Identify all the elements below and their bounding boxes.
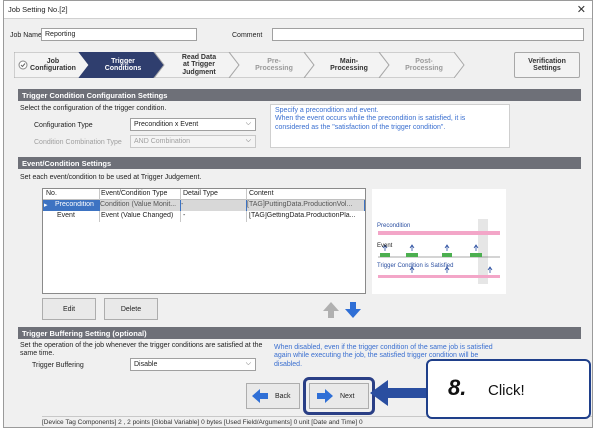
chevron-down-icon: ⌵ xyxy=(245,137,251,144)
job-name-input[interactable]: Reporting xyxy=(41,28,197,41)
step-trigger-conditions[interactable]: Trigger Conditions xyxy=(88,52,158,78)
step-job-configuration[interactable]: Job Configuration xyxy=(24,52,82,78)
table-cell: Precondition xyxy=(55,201,94,208)
table-cell: - xyxy=(183,212,186,219)
step-line: Verification xyxy=(528,57,566,65)
combination-type-label: Condition Combination Type xyxy=(34,139,122,146)
step-read-data[interactable]: Read Data at Trigger Judgment xyxy=(164,52,234,78)
table-cell: Event xyxy=(57,212,75,219)
step-line: Conditions xyxy=(104,65,142,72)
table-header: No. Event/Condition Type Detail Type Con… xyxy=(43,189,365,200)
close-icon[interactable]: ✕ xyxy=(577,3,586,16)
trigger-buffering-select[interactable]: Disable ⌵ xyxy=(130,358,256,371)
step-line: Post- xyxy=(415,57,433,65)
delete-button[interactable]: Delete xyxy=(104,298,158,320)
comment-input[interactable] xyxy=(272,28,584,41)
trigger-timing-diagram: Precondition Event Trigger Condition is … xyxy=(372,189,506,294)
chevron-down-icon: ⌵ xyxy=(245,360,251,367)
table-cell: Condition (Value Monit... xyxy=(100,200,180,211)
move-down-graphic xyxy=(345,302,361,318)
configuration-type-select[interactable]: Precondition x Event ⌵ xyxy=(130,118,256,131)
step-line: Processing xyxy=(405,65,443,72)
event-condition-table: No. Event/Condition Type Detail Type Con… xyxy=(42,188,366,294)
trigger-config-instruction: Select the configuration of the trigger … xyxy=(20,105,167,112)
diagram-satisfied-label: Trigger Condition is Satisfied xyxy=(377,263,454,269)
column-header: Content xyxy=(249,190,274,197)
back-label: Back xyxy=(275,392,291,400)
job-name-label: Job Name xyxy=(10,32,42,39)
comment-label: Comment xyxy=(232,32,263,39)
step-line: Job xyxy=(46,57,60,65)
step-line: Main- xyxy=(339,57,359,65)
step-line: Judgment xyxy=(182,68,216,76)
callout-box: 8. Click! xyxy=(426,359,591,419)
trigger-config-header: Trigger Condition Configuration Settings xyxy=(18,89,581,101)
step-line: Read Data xyxy=(181,53,217,61)
edit-button[interactable]: Edit xyxy=(42,298,96,320)
step-line: Processing xyxy=(330,65,368,72)
table-cell: - xyxy=(181,200,246,211)
diagram-event-label: Event xyxy=(377,243,393,249)
step-line: Trigger xyxy=(111,57,135,65)
table-row[interactable]: Event Event (Value Changed) - [TAG]Getti… xyxy=(43,211,365,222)
column-header: Event/Condition Type xyxy=(101,190,168,197)
callout-text: Click! xyxy=(488,382,525,399)
combination-type-value: AND Combination xyxy=(134,138,191,145)
move-up-graphic xyxy=(323,302,339,318)
combination-type-select: AND Combination ⌵ xyxy=(130,135,256,148)
trigger-buffering-label: Trigger Buffering xyxy=(32,362,84,369)
window-title: Job Setting No.[2] xyxy=(8,5,68,14)
diagram-precondition-label: Precondition xyxy=(377,223,411,229)
step-line: Configuration xyxy=(30,65,76,72)
wizard-step-bar: Job Configuration Trigger Conditions Read … xyxy=(14,52,582,78)
step-main-processing[interactable]: Main- Processing xyxy=(314,52,384,78)
step-line: Settings xyxy=(533,65,561,72)
configuration-type-value: Precondition x Event xyxy=(134,121,199,128)
table-cell: [TAG]GettingData.ProductionPla... xyxy=(249,212,356,219)
buffering-instruction: Set the operation of the job whenever th… xyxy=(20,342,263,358)
step-line: at Trigger xyxy=(183,61,215,69)
step-pre-processing[interactable]: Pre- Processing xyxy=(239,52,309,78)
step-verification-settings[interactable]: Verification Settings xyxy=(514,52,580,78)
table-cell: [TAG]PuttingData.ProductionVol... xyxy=(247,200,364,211)
move-up-icon[interactable] xyxy=(322,301,340,319)
trigger-config-info: Specify a precondition and event. When t… xyxy=(270,104,510,148)
table-row[interactable]: ▸ Precondition Condition (Value Monit...… xyxy=(43,200,365,211)
buffering-header: Trigger Buffering Setting (optional) xyxy=(18,327,581,339)
next-highlight-frame xyxy=(303,377,375,415)
column-header: No. xyxy=(46,190,57,197)
chevron-down-icon: ⌵ xyxy=(245,120,251,127)
event-settings-instruction: Set each event/condition to be used at T… xyxy=(20,174,202,181)
step-line: Processing xyxy=(255,65,293,72)
table-cell: Event (Value Changed) xyxy=(101,212,174,219)
move-down-icon[interactable] xyxy=(344,301,362,319)
arrow-left-icon xyxy=(252,389,268,403)
callout-step-number: 8. xyxy=(448,375,467,400)
step-post-processing[interactable]: Post- Processing xyxy=(389,52,459,78)
timing-diagram-graphic xyxy=(378,219,500,284)
event-settings-header: Event/Condition Settings xyxy=(18,157,581,169)
back-button[interactable]: Back xyxy=(246,383,300,409)
column-header: Detail Type xyxy=(183,190,218,197)
configuration-type-label: Configuration Type xyxy=(34,122,93,129)
step-line: Pre- xyxy=(267,57,281,65)
trigger-buffering-value: Disable xyxy=(134,361,158,368)
title-bar: Job Setting No.[2] ✕ xyxy=(4,1,592,19)
